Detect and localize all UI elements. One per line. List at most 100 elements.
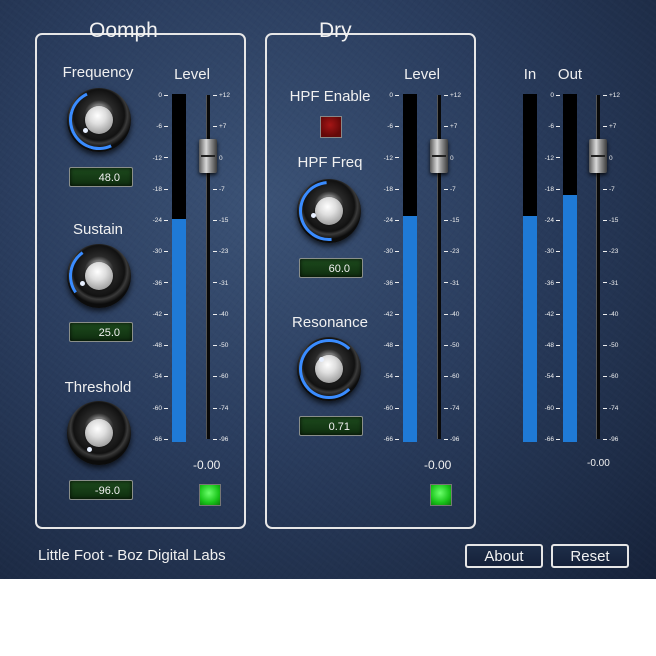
out-fader-scale-tick: -23 xyxy=(603,248,618,256)
out-meter xyxy=(563,94,577,442)
frequency-label: Frequency xyxy=(62,64,134,81)
oomph-title: Oomph xyxy=(89,19,158,42)
hpf-freq-label: HPF Freq xyxy=(297,154,363,171)
dry-fader-scale-tick: -7 xyxy=(444,186,456,194)
frequency-knob[interactable] xyxy=(60,81,138,159)
dry-fader-scale-tick: +12 xyxy=(444,92,461,100)
oomph-fader-scale-tick: -15 xyxy=(213,217,228,225)
dry-level-meter xyxy=(403,94,417,442)
oomph-meter-scale-tick: 0 xyxy=(158,92,168,100)
hpf-freq-knob[interactable] xyxy=(286,168,372,254)
in-meter xyxy=(523,94,537,442)
out-fader-scale-tick: -96 xyxy=(603,436,618,444)
oomph-fader-scale-tick: +12 xyxy=(213,92,230,100)
oomph-meter-scale-tick: -66 xyxy=(153,436,168,444)
oomph-level-meter xyxy=(172,94,186,442)
out-level-readout: -0.00 xyxy=(587,458,610,469)
oomph-meter-scale-tick: -18 xyxy=(153,186,168,194)
oomph-meter-scale-tick: -6 xyxy=(156,123,168,131)
sustain-label: Sustain xyxy=(72,221,124,238)
in-label: In xyxy=(523,66,537,83)
io-meter-scale-tick: -60 xyxy=(545,405,560,413)
oomph-meter-fill xyxy=(172,219,186,442)
resonance-knob[interactable] xyxy=(297,337,361,401)
dry-fader-scale-tick: -15 xyxy=(444,217,459,225)
out-label: Out xyxy=(557,66,583,83)
hpf-enable-label: HPF Enable xyxy=(289,88,371,105)
io-meter-scale-tick: -42 xyxy=(545,311,560,319)
dry-active-led[interactable] xyxy=(430,484,452,506)
frequency-display: 48.0 xyxy=(69,167,133,187)
dry-meter-scale-tick: -24 xyxy=(384,217,399,225)
out-fader-scale-tick: +7 xyxy=(603,123,616,131)
oomph-fader-scale-tick: -96 xyxy=(213,436,228,444)
dry-level-label: Level xyxy=(404,66,440,83)
dry-meter-scale-tick: -60 xyxy=(384,405,399,413)
oomph-meter-scale-tick: -24 xyxy=(153,217,168,225)
oomph-meter-scale-tick: -60 xyxy=(153,405,168,413)
out-fader-scale-tick: -40 xyxy=(603,311,618,319)
dry-meter-scale-tick: -30 xyxy=(384,248,399,256)
dry-fader-scale-tick: -96 xyxy=(444,436,459,444)
oomph-fader-scale-tick: -50 xyxy=(213,342,228,350)
dry-fader-scale-tick: -60 xyxy=(444,373,459,381)
dry-meter-scale-tick: -6 xyxy=(387,123,399,131)
out-fader-scale-tick: -15 xyxy=(603,217,618,225)
io-meter-scale-tick: -12 xyxy=(545,155,560,163)
reset-button[interactable]: Reset xyxy=(551,544,629,568)
io-meter-scale-tick: 0 xyxy=(550,92,560,100)
dry-meter-scale-tick: -66 xyxy=(384,436,399,444)
oomph-fader-scale-tick: +7 xyxy=(213,123,226,131)
out-fader-scale-tick: -31 xyxy=(603,280,618,288)
out-meter-fill xyxy=(563,194,577,442)
dry-meter-scale: 0 -6 -12 -18 -24 -30 -36 -42 -48 -54 -60 -66 xyxy=(379,92,399,443)
dry-meter-scale-tick: -12 xyxy=(384,155,399,163)
io-meter-scale-tick: -30 xyxy=(545,248,560,256)
oomph-level-fader[interactable] xyxy=(199,139,217,173)
resonance-display: 0.71 xyxy=(299,416,363,436)
io-meter-scale-tick: -6 xyxy=(548,123,560,131)
io-meter-scale-tick: -48 xyxy=(545,342,560,350)
plugin-window: Oomph Frequency 48.0 Sustain 25.0 Thresh… xyxy=(0,0,656,579)
oomph-level-label: Level xyxy=(174,66,210,83)
in-meter-fill xyxy=(523,215,537,442)
hpf-enable-toggle[interactable] xyxy=(320,116,342,138)
oomph-fader-scale-tick: -60 xyxy=(213,373,228,381)
out-level-fader[interactable] xyxy=(589,139,607,173)
oomph-fader-scale-tick: -74 xyxy=(213,405,228,413)
out-fader-scale-tick: -74 xyxy=(603,405,618,413)
io-meter-scale-tick: -54 xyxy=(545,373,560,381)
brand-label: Little Foot - Boz Digital Labs xyxy=(38,547,226,564)
oomph-fader-scale-tick: -40 xyxy=(213,311,228,319)
oomph-meter-scale-tick: -30 xyxy=(153,248,168,256)
dry-meter-scale-tick: 0 xyxy=(389,92,399,100)
io-meter-scale-tick: -36 xyxy=(545,280,560,288)
about-button[interactable]: About xyxy=(465,544,543,568)
threshold-label: Threshold xyxy=(64,379,132,396)
dry-meter-scale-tick: -42 xyxy=(384,311,399,319)
oomph-meter-scale: 0 -6 -12 -18 -24 -30 -36 -42 -48 -54 -60 -66 xyxy=(148,92,168,443)
oomph-level-readout: -0.00 xyxy=(193,458,221,472)
oomph-meter-scale-tick: -54 xyxy=(153,373,168,381)
dry-fader-scale-tick: -74 xyxy=(444,405,459,413)
out-fader-scale-tick: -60 xyxy=(603,373,618,381)
dry-fader-scale-tick: -50 xyxy=(444,342,459,350)
dry-meter-fill xyxy=(403,215,417,442)
dry-fader-scale-tick: -31 xyxy=(444,280,459,288)
dry-fader-scale-tick: -40 xyxy=(444,311,459,319)
dry-meter-scale-tick: -48 xyxy=(384,342,399,350)
oomph-fader-scale-tick: -7 xyxy=(213,186,225,194)
resonance-label: Resonance xyxy=(292,314,368,331)
sustain-knob[interactable] xyxy=(64,241,134,311)
oomph-active-led[interactable] xyxy=(199,484,221,506)
oomph-meter-scale-tick: -12 xyxy=(153,155,168,163)
io-meter-scale-tick: -24 xyxy=(545,217,560,225)
threshold-knob[interactable] xyxy=(67,401,131,465)
out-fader-scale-tick: +12 xyxy=(603,92,620,100)
io-meter-scale: 0 -6 -12 -18 -24 -30 -36 -42 -48 -54 -60 -66 xyxy=(540,92,560,443)
dry-fader-scale-tick: +7 xyxy=(444,123,457,131)
sustain-display: 25.0 xyxy=(69,322,133,342)
io-meter-scale-tick: -66 xyxy=(545,436,560,444)
dry-level-fader[interactable] xyxy=(430,139,448,173)
threshold-display: -96.0 xyxy=(69,480,133,500)
